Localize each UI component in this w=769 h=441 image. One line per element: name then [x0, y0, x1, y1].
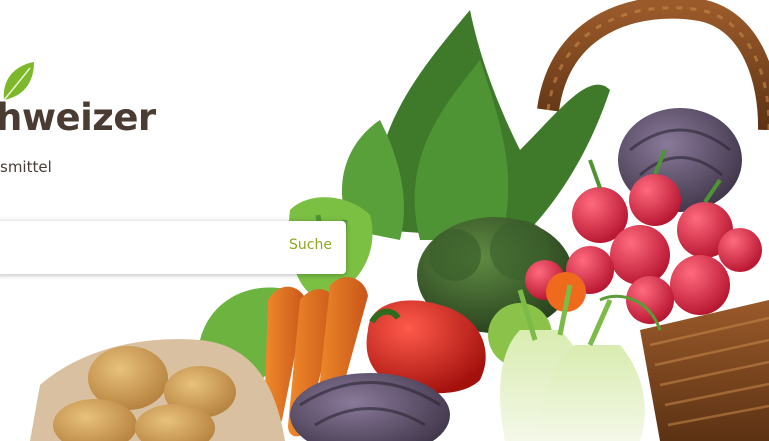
brand-tagline: smittel — [0, 158, 52, 176]
hero-banner: hweizer smittel Suche — [0, 0, 769, 441]
brand-block: hweizer smittel — [0, 52, 240, 182]
brand-name[interactable]: hweizer — [0, 96, 156, 139]
search-button[interactable]: Suche — [289, 237, 332, 253]
search-bar: Suche — [0, 221, 346, 274]
search-input[interactable] — [8, 231, 262, 265]
